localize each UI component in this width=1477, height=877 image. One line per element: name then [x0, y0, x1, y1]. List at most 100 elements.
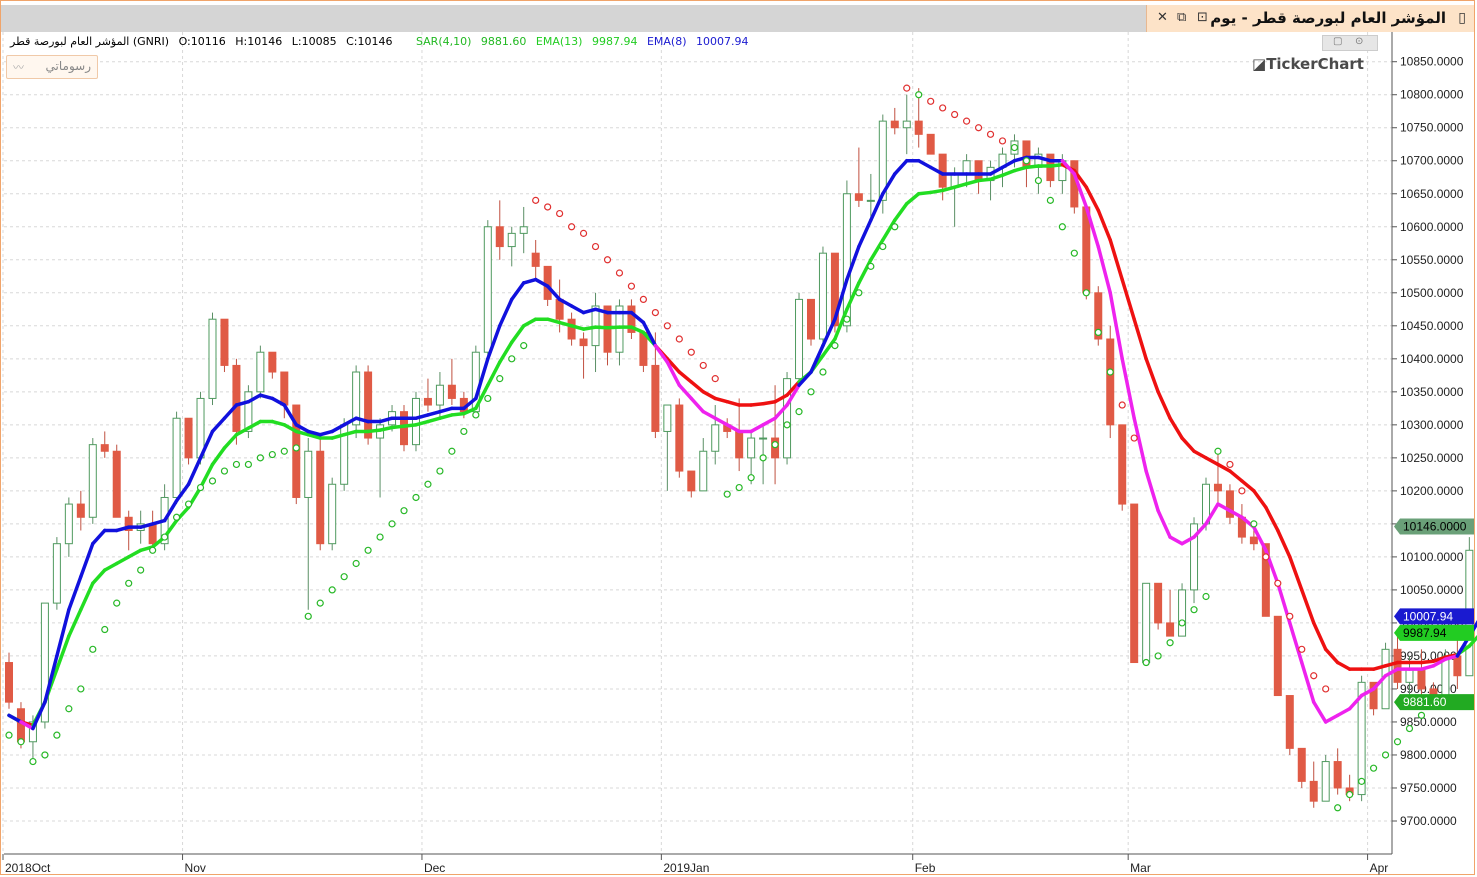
ema13-segment	[593, 325, 610, 330]
sar-point	[220, 467, 229, 475]
sar-point	[161, 533, 169, 541]
sar-point	[316, 599, 324, 607]
sar-point	[256, 454, 264, 462]
sar-point	[1082, 289, 1090, 297]
ema13-segment	[1048, 162, 1065, 168]
candle-body	[256, 351, 265, 393]
sar-point	[556, 209, 564, 218]
sar-point	[783, 421, 791, 429]
tickerchart-logo: ◪TickerChart	[1252, 55, 1364, 73]
candle-body	[926, 133, 935, 155]
drawing-icon: 〰	[13, 61, 24, 74]
price-chart[interactable]: 10850.0000 10800.0000 10750.0000 10700.0000…	[0, 32, 1477, 877]
sar-point	[1178, 619, 1186, 627]
ema13-segment	[1024, 164, 1041, 170]
sar-point	[699, 361, 707, 370]
candle-body	[507, 232, 516, 248]
sar-label: SAR(4,10)	[415, 35, 472, 48]
candle-body	[208, 318, 217, 399]
sar-point	[1106, 368, 1114, 376]
sar-point	[567, 223, 576, 231]
sar-point	[939, 104, 947, 112]
candle-body	[579, 338, 588, 347]
candle-body	[818, 252, 827, 340]
sar-point	[1034, 176, 1043, 185]
sar-point	[1262, 553, 1270, 561]
candle-body	[411, 397, 420, 446]
candle-body	[88, 444, 97, 518]
sar-point	[1405, 724, 1414, 733]
ema13-segment	[390, 424, 406, 430]
title-bar: ✕ ⧉ ⊡ المؤشر العام لبورصة قطر - يوم ▯	[1, 5, 1474, 32]
sar-point	[927, 97, 935, 105]
sar-point	[1238, 487, 1246, 495]
x-tick-label: 2018Oct	[5, 861, 51, 875]
candle-body	[890, 120, 899, 129]
candle-body	[1273, 615, 1282, 697]
sar-point	[627, 282, 636, 290]
sar-point	[831, 342, 839, 350]
sar-point	[508, 355, 516, 363]
candle-body	[1453, 655, 1462, 677]
sar-point	[843, 315, 851, 323]
sar-point	[412, 493, 420, 502]
restore-icon[interactable]: ⧉	[1177, 10, 1186, 25]
sar-point	[268, 450, 276, 459]
panel-controls[interactable]: ▢ ⊙	[1322, 35, 1378, 51]
candle-body	[795, 298, 804, 380]
y-tick-label: 10350.0000	[1400, 385, 1464, 399]
candle-body	[747, 437, 756, 459]
high-value: H:10146	[235, 35, 283, 48]
y-tick-label: 10850.0000	[1400, 55, 1464, 69]
sar-point	[113, 599, 121, 607]
candle-body	[232, 364, 241, 432]
logo-icon: ◪	[1252, 55, 1267, 73]
sar-point	[5, 731, 13, 739]
close-icon[interactable]: ✕	[1157, 10, 1168, 25]
y-tick-label: 10700.0000	[1400, 154, 1464, 168]
maximize-icon[interactable]: ⊡	[1197, 10, 1208, 25]
candle-body	[663, 404, 672, 432]
sar-point	[615, 269, 624, 277]
candle-body	[1393, 648, 1402, 683]
sar-point	[101, 625, 109, 634]
sar-point	[603, 256, 612, 264]
sar-point	[448, 447, 456, 455]
sar-point	[1046, 196, 1054, 204]
sar-point	[974, 124, 983, 132]
sar-point	[472, 411, 480, 419]
sar-point	[986, 130, 995, 138]
y-tick-label: 10200.0000	[1400, 484, 1464, 498]
sar-point	[1286, 612, 1294, 620]
sar-point	[759, 454, 767, 462]
sar-point	[304, 612, 312, 620]
ema13-value: 9987.94	[591, 35, 638, 48]
y-tick-label: 10250.0000	[1400, 451, 1464, 465]
sar-price-tag: 9881.60	[1403, 695, 1447, 709]
y-tick-label: 10750.0000	[1400, 121, 1464, 135]
candle-body	[100, 444, 109, 452]
sar-point	[687, 348, 695, 356]
candle-body	[1321, 761, 1330, 802]
info-line: المؤشر العام لبورصة قطر (GNRI) O:10116 H…	[10, 35, 755, 48]
sar-point	[675, 335, 683, 343]
sar-point	[1010, 143, 1019, 152]
sar-point	[29, 757, 37, 766]
sar-point	[41, 751, 49, 759]
y-tick-label: 10300.0000	[1400, 418, 1464, 432]
sar-point	[172, 513, 181, 521]
candle-body	[866, 199, 875, 202]
drawings-button[interactable]: 〰 رسوماتي	[6, 55, 98, 79]
sar-point	[1226, 460, 1234, 469]
ema13-segment	[581, 325, 598, 331]
candle-body	[364, 371, 373, 439]
ema13-segment	[1419, 659, 1436, 665]
sar-point	[1298, 645, 1306, 653]
sar-point	[364, 546, 372, 554]
panel-settings-icon[interactable]: ⊙	[1355, 36, 1363, 47]
sar-point	[1154, 652, 1162, 660]
sar-point	[951, 110, 959, 119]
sar-point	[1250, 520, 1258, 528]
candle-body	[184, 417, 193, 459]
panel-maximize-icon[interactable]: ▢	[1333, 36, 1342, 47]
